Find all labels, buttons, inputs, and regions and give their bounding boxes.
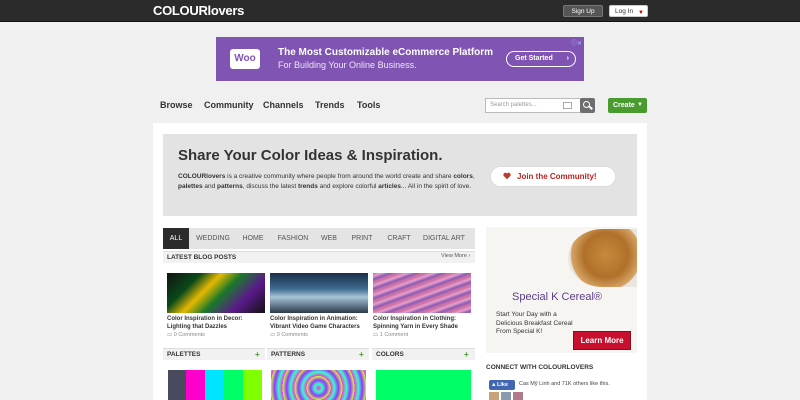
palette-swatch[interactable] [205,370,224,400]
tab-fashion[interactable]: FASHION [271,228,315,249]
hero-link-colors[interactable]: colors [453,173,473,180]
nav-trends[interactable]: Trends [315,100,345,110]
blog-thumb-clothing[interactable] [373,273,471,313]
category-tabs: ALL WEDDING HOME FASHION WEB PRINT CRAFT… [163,228,475,249]
search-input[interactable]: Search palettes... [485,98,581,113]
palette-swatch[interactable] [243,370,262,400]
hero-text-part: and explore colorful [317,183,379,190]
comment-icon: ▭ [373,332,380,338]
top-bar: COLOURlovers Sign Up Log In ▼ [0,0,800,22]
chevron-down-icon: ▼ [637,102,643,108]
avatar[interactable] [489,392,499,400]
search-icon-handle [589,105,593,110]
view-more-link[interactable]: View More › [441,253,470,259]
ad-get-started-button[interactable]: Get Started › [506,51,576,67]
blog-thumb-decor[interactable] [167,273,265,313]
patterns-label: PATTERNS [271,351,306,358]
create-label: Create [613,102,635,109]
search-button[interactable] [580,98,595,113]
latest-blog-posts-header: LATEST BLOG POSTS [163,251,475,263]
side-ad-text: Start Your Day with a Delicious Breakfas… [496,311,573,335]
palette-swatch[interactable] [168,370,186,400]
site-logo[interactable]: COLOURlovers [153,3,244,18]
learn-more-button[interactable]: Learn More [573,331,631,350]
ad-cta-label: Get Started [515,55,553,62]
ad-subtitle: For Building Your Online Business. [278,60,417,70]
nav-tools[interactable]: Tools [357,100,380,110]
color-swatch[interactable] [376,370,471,400]
hero-link-trends[interactable]: trends [298,183,318,190]
tab-wedding[interactable]: WEDDING [191,228,235,249]
like-label: Like [497,382,509,388]
add-color-icon[interactable]: + [464,350,469,359]
hero-description: COLOURlovers is a creative community whe… [178,173,475,190]
hero-brand: COLOURlovers [178,173,226,180]
tab-print[interactable]: PRINT [345,228,379,249]
comment-count: 0 Comments [173,332,205,338]
comment-count: 0 Comments [276,332,308,338]
facebook-like-button[interactable]: ▲ Like [489,380,515,390]
tab-craft[interactable]: CRAFT [382,228,416,249]
hero-text-part: is a creative community where people fro… [225,173,454,180]
heart-icon [503,172,511,180]
chevron-down-icon: ▼ [638,10,644,16]
log-in-button[interactable]: Log In ▼ [609,5,648,17]
log-in-label: Log In [615,8,634,15]
comment-icon: ▭ [270,332,277,338]
blog-post-title[interactable]: Color Inspiration in Clothing: Spinning … [373,316,473,331]
thumbs-up-icon: ▲ [491,382,497,388]
grid-icon[interactable] [563,102,572,109]
palettes-header[interactable]: PALETTES [163,348,265,360]
avatar[interactable] [513,392,523,400]
blog-header-label: LATEST BLOG POSTS [167,254,237,261]
hero-text-part: , discuss the latest [242,183,298,190]
hero-link-articles[interactable]: articles [378,183,401,190]
blog-post-comments[interactable]: ▭ 1 Comment [373,332,408,338]
add-palette-icon[interactable]: + [255,350,260,359]
blog-post-title[interactable]: Color Inspiration in Decor: Lighting tha… [167,316,267,331]
search-placeholder: Search palettes... [490,102,537,108]
palette-swatch[interactable] [224,370,243,400]
palettes-label: PALETTES [167,351,201,358]
tab-digital-art[interactable]: DIGITAL ART [419,228,469,249]
cereal-bowl-image [568,229,637,287]
comment-icon: ▭ [167,332,174,338]
hero-text-part: and [202,183,218,190]
nav-community[interactable]: Community [204,100,254,110]
hero-title: Share Your Color Ideas & Inspiration. [178,147,443,164]
blog-post-comments[interactable]: ▭ 0 Comments [167,332,205,338]
connect-header: CONNECT WITH COLOURLOVERS [486,364,594,371]
like-count-text: Cas Mỹ Linh and 71K others like this. [519,381,610,387]
blog-post-comments[interactable]: ▭ 0 Comments [270,332,308,338]
palette-swatch[interactable] [186,370,205,400]
nav-browse[interactable]: Browse [160,100,193,110]
colors-label: COLORS [376,351,404,358]
chevron-right-icon: › [566,55,569,62]
sign-up-button[interactable]: Sign Up [563,5,603,17]
patterns-header[interactable]: PATTERNS [267,348,369,360]
ad-choices-icon[interactable]: ⓘ✕ [571,38,582,47]
tab-web[interactable]: WEB [317,228,341,249]
tab-all[interactable]: ALL [163,228,189,249]
pattern-thumbnail[interactable] [271,370,366,400]
ad-title: The Most Customizable eCommerce Platform [278,47,494,58]
tab-home[interactable]: HOME [237,228,269,249]
colors-header[interactable]: COLORS [372,348,475,360]
hero-text-part: ... All in the spirit of love. [400,183,472,190]
avatar[interactable] [501,392,511,400]
create-button[interactable]: Create ▼ [608,98,647,113]
comment-count: 1 Comment [379,332,409,338]
nav-channels[interactable]: Channels [263,100,304,110]
hero-link-palettes[interactable]: palettes [178,183,203,190]
woo-logo: Woo [230,49,260,69]
banner-ad[interactable]: Woo The Most Customizable eCommerce Plat… [216,37,584,81]
add-pattern-icon[interactable]: + [359,350,364,359]
blog-thumb-animation[interactable] [270,273,368,313]
side-ad-title: Special K Cereal® [512,291,603,303]
hero-link-patterns[interactable]: patterns [217,183,243,190]
blog-post-title[interactable]: Color Inspiration in Animation: Vibrant … [270,316,370,331]
